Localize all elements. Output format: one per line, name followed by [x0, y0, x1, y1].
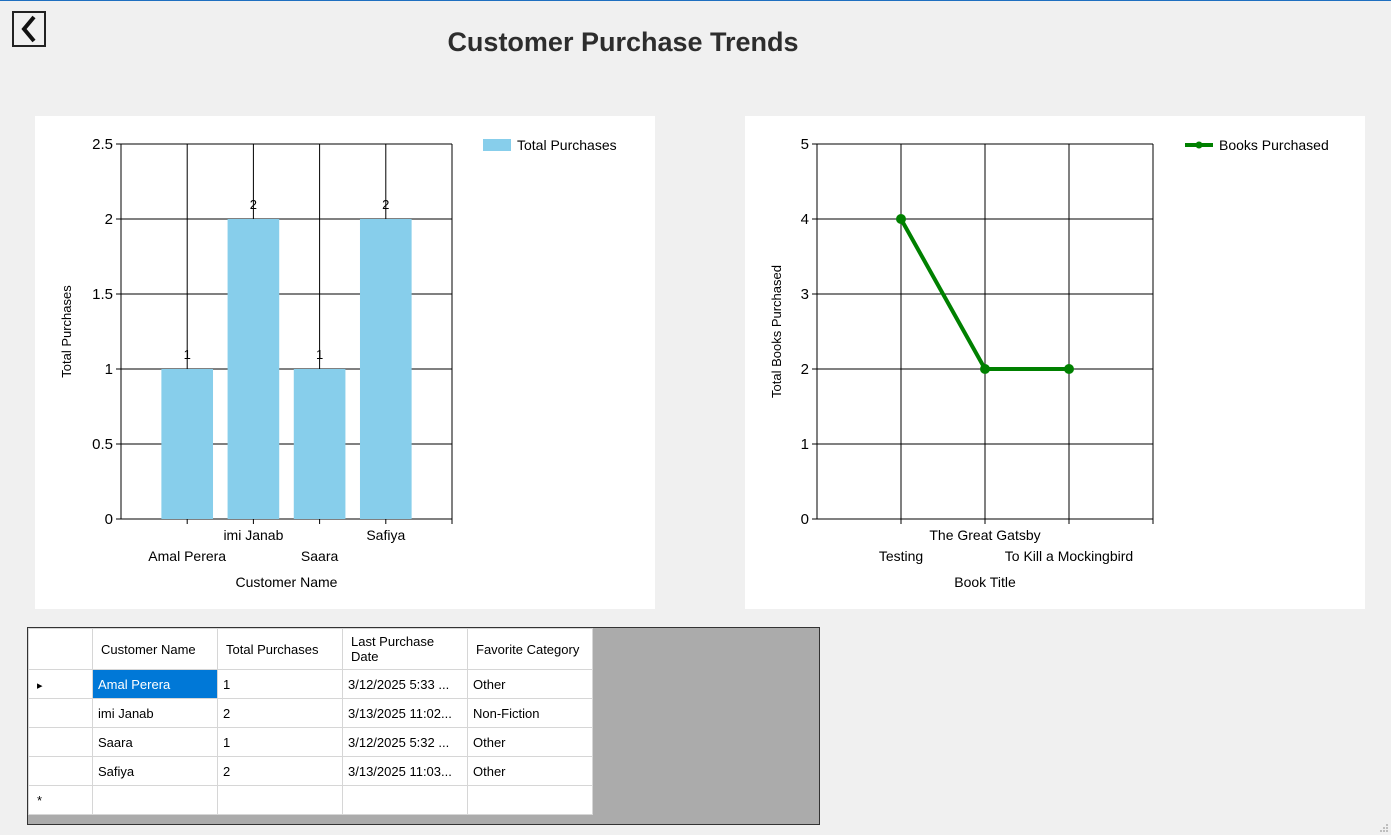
x-tick-label: Testing — [879, 548, 923, 564]
line-chart-svg: 0 1 2 3 4 5 Testing The Great Gatsby To Kill a M… — [769, 136, 1329, 590]
bar — [161, 369, 214, 519]
y-axis-title: Total Books Purchased — [769, 265, 784, 398]
resize-grip-icon[interactable] — [1379, 823, 1389, 833]
new-cell-last-purchase-date[interactable] — [342, 785, 468, 815]
y-tick-label: 2 — [105, 211, 113, 228]
x-tick-label: The Great Gatsby — [929, 527, 1040, 543]
row-header-current[interactable]: ▸ — [28, 669, 93, 699]
cell-favorite-category[interactable]: Non-Fiction — [467, 698, 593, 728]
cell-favorite-category[interactable]: Other — [467, 669, 593, 699]
cell-customer-name[interactable]: Safiya — [92, 756, 218, 786]
y-tick-label: 4 — [801, 211, 809, 228]
bar-chart-svg: 0 0.5 1 1.5 2 2.5 Amal Perera imi Janab Saara Saf… — [59, 136, 617, 590]
y-tick-label: 5 — [801, 136, 809, 153]
y-tick-label: 0 — [801, 511, 809, 528]
current-row-indicator-icon: ▸ — [37, 679, 43, 692]
grid-header-row: Customer Name Total Purchases Last Purch… — [28, 628, 593, 670]
page-title: Customer Purchase Trends — [447, 27, 799, 57]
row-header[interactable] — [28, 756, 93, 786]
y-tick-label: 2.5 — [92, 136, 113, 153]
new-cell-total-purchases[interactable] — [217, 785, 343, 815]
cell-last-purchase-date[interactable]: 3/12/2025 5:32 ... — [342, 727, 468, 757]
bar — [293, 369, 346, 519]
x-tick-label: Amal Perera — [148, 548, 226, 564]
new-cell-customer-name[interactable] — [92, 785, 218, 815]
row-header[interactable] — [28, 698, 93, 728]
new-row[interactable]: * — [28, 785, 593, 815]
bar-data-label: 1 — [184, 347, 191, 362]
legend-label: Total Purchases — [517, 137, 617, 153]
column-header-favorite-category[interactable]: Favorite Category — [467, 628, 593, 670]
cell-favorite-category[interactable]: Other — [467, 756, 593, 786]
data-grid-table: Customer Name Total Purchases Last Purch… — [28, 628, 593, 815]
y-axis-title: Total Purchases — [59, 285, 74, 378]
new-row-asterisk-icon: * — [37, 792, 43, 808]
cell-last-purchase-date[interactable]: 3/13/2025 11:03... — [342, 756, 468, 786]
cell-customer-name[interactable]: Amal Perera — [92, 669, 218, 699]
cell-last-purchase-date[interactable]: 3/13/2025 11:02... — [342, 698, 468, 728]
cell-total-purchases[interactable]: 1 — [217, 669, 343, 699]
column-header-customer-name[interactable]: Customer Name — [92, 628, 218, 670]
x-axis-title: Customer Name — [236, 574, 338, 590]
new-cell-favorite-category[interactable] — [467, 785, 593, 815]
cell-total-purchases[interactable]: 1 — [217, 727, 343, 757]
y-tick-label: 0 — [105, 511, 113, 528]
x-axis-title: Book Title — [954, 574, 1016, 590]
table-row[interactable]: ▸ Amal Perera 1 3/12/2025 5:33 ... Other — [28, 669, 593, 699]
x-tick-label: To Kill a Mockingbird — [1005, 548, 1133, 564]
cell-favorite-category[interactable]: Other — [467, 727, 593, 757]
x-tick-label: Saara — [301, 548, 339, 564]
x-tick-label: Safiya — [366, 527, 405, 543]
table-row[interactable]: imi Janab 2 3/13/2025 11:02... Non-Ficti… — [28, 698, 593, 728]
column-header-total-purchases[interactable]: Total Purchases — [217, 628, 343, 670]
column-header-last-purchase-date[interactable]: Last Purchase Date — [342, 628, 468, 670]
bar-data-label: 1 — [316, 347, 323, 362]
legend-swatch — [483, 139, 511, 151]
books-line-chart: 0 1 2 3 4 5 Testing The Great Gatsby To Kill a M… — [745, 116, 1365, 609]
cell-customer-name[interactable]: Saara — [92, 727, 218, 757]
y-tick-label: 3 — [801, 286, 809, 303]
cell-total-purchases[interactable]: 2 — [217, 756, 343, 786]
y-tick-label: 1.5 — [92, 286, 113, 303]
legend-label: Books Purchased — [1219, 137, 1329, 153]
y-tick-label: 1 — [801, 436, 809, 453]
bar-data-label: 2 — [382, 197, 389, 212]
y-tick-label: 1 — [105, 361, 113, 378]
data-point — [896, 214, 906, 224]
purchases-bar-chart: 0 0.5 1 1.5 2 2.5 Amal Perera imi Janab Saara Saf… — [35, 116, 655, 609]
x-tick-label: imi Janab — [223, 527, 283, 543]
cell-total-purchases[interactable]: 2 — [217, 698, 343, 728]
data-point — [980, 364, 990, 374]
bar — [359, 219, 412, 519]
y-tick-label: 0.5 — [92, 436, 113, 453]
grid-corner-cell[interactable] — [28, 628, 93, 670]
table-row[interactable]: Saara 1 3/12/2025 5:32 ... Other — [28, 727, 593, 757]
data-point — [1064, 364, 1074, 374]
table-row[interactable]: Safiya 2 3/13/2025 11:03... Other — [28, 756, 593, 786]
bar — [227, 219, 280, 519]
y-tick-label: 2 — [801, 361, 809, 378]
legend-marker — [1195, 141, 1203, 149]
cell-customer-name[interactable]: imi Janab — [92, 698, 218, 728]
row-header-new[interactable]: * — [28, 785, 93, 815]
row-header[interactable] — [28, 727, 93, 757]
cell-last-purchase-date[interactable]: 3/12/2025 5:33 ... — [342, 669, 468, 699]
customer-data-grid[interactable]: Customer Name Total Purchases Last Purch… — [27, 627, 820, 825]
bar-data-label: 2 — [250, 197, 257, 212]
